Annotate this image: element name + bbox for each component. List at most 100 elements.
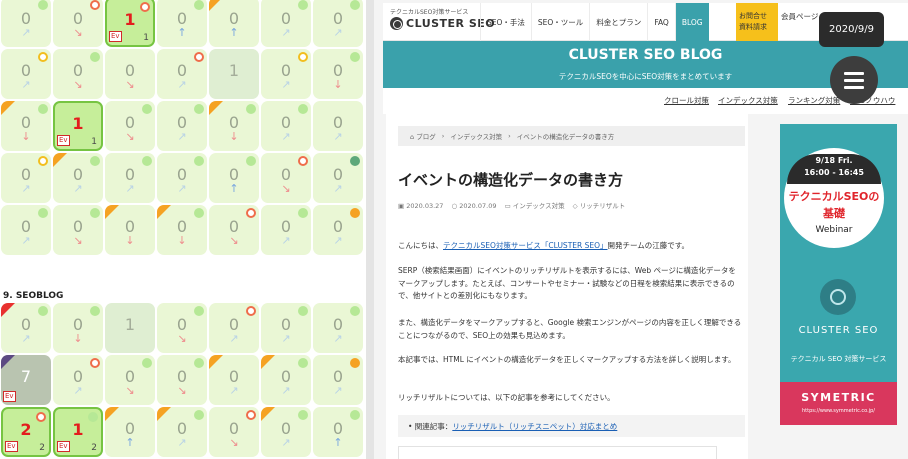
nav-faq[interactable]: FAQ bbox=[647, 3, 675, 41]
heatmap-cell[interactable]: 0 ↗ bbox=[1, 205, 51, 255]
trend-arrow-icon: ↑ bbox=[229, 26, 239, 39]
trend-arrow-icon: ↗ bbox=[21, 332, 31, 345]
hamburger-menu-icon[interactable] bbox=[830, 56, 878, 104]
heatmap-cell[interactable]: 0 ↗ bbox=[313, 153, 363, 203]
heatmap-cell[interactable]: 1 Ev 1 bbox=[105, 0, 155, 47]
heatmap-cell[interactable]: 1 bbox=[105, 303, 155, 353]
heatmap-cell[interactable]: 0 ↓ bbox=[1, 101, 51, 151]
heatmap-cell[interactable]: 0 ↑ bbox=[157, 0, 207, 47]
cell-value: 1 bbox=[124, 315, 136, 334]
article-meta: ▣ 2020.03.27 ○ 2020.07.09 ▭ インデックス対策 ◇ リ… bbox=[398, 200, 631, 210]
heatmap-cell[interactable]: 0 ↗ bbox=[1, 0, 51, 47]
heatmap-cell[interactable]: 0 ↗ bbox=[261, 303, 311, 353]
heatmap-cell[interactable]: 0 ↓ bbox=[157, 205, 207, 255]
category-tag[interactable]: ▭ インデックス対策 bbox=[505, 202, 565, 210]
heatmap-cell[interactable]: 0 ↗ bbox=[313, 101, 363, 151]
heatmap-cell[interactable]: 0 ↗ bbox=[157, 49, 207, 99]
heatmap-cell[interactable]: 0 ↗ bbox=[53, 153, 103, 203]
heatmap-cell[interactable]: 0 ↑ bbox=[105, 407, 155, 457]
webinar-banner[interactable]: 9/18 Fri. 16:00 - 16:45 テクニカルSEOの 基礎 Webin… bbox=[780, 124, 897, 425]
screenshot-root: 0 ↗ 0 ↘ 1 Ev 1 0 ↑ 0 ↑ 0 ↗ 0 ↗ 0 ↗ 0 ↘ 0 ↘ 0 ↗ 1 0 ↗ 0 ↓ 0 ↓ 1 Ev 1 0 ↘ 0 ↗ 0… bbox=[0, 0, 908, 459]
heatmap-cell[interactable]: 0 ↗ bbox=[157, 407, 207, 457]
banner-date: 9/18 Fri. bbox=[815, 156, 853, 165]
heatmap-cell[interactable]: 0 ↘ bbox=[105, 355, 155, 405]
heatmap-cell[interactable]: 0 ↗ bbox=[53, 355, 103, 405]
banner-service: テクニカル SEO 対策サービス bbox=[790, 355, 887, 363]
trend-arrow-icon: ↗ bbox=[281, 384, 291, 397]
heatmap-cell[interactable]: 0 ↗ bbox=[261, 205, 311, 255]
nav-pricing[interactable]: 料金とプラン bbox=[589, 3, 647, 41]
trend-arrow-icon: ↗ bbox=[21, 26, 31, 39]
heatmap-cell[interactable]: 0 ↑ bbox=[209, 0, 259, 47]
heatmap-cell[interactable]: 0 ↗ bbox=[313, 205, 363, 255]
heatmap-cell[interactable]: 0 ↓ bbox=[209, 101, 259, 151]
banner-date-cap: 9/18 Fri. 16:00 - 16:45 bbox=[787, 154, 881, 184]
category-index[interactable]: インデックス対策 bbox=[718, 95, 778, 106]
heatmap-cell[interactable]: 1 bbox=[209, 49, 259, 99]
banner-headline: テクニカルSEOの 基礎 bbox=[788, 190, 880, 220]
trend-arrow-icon: ↘ bbox=[229, 436, 239, 449]
heatmap-cell[interactable]: 0 ↗ bbox=[157, 101, 207, 151]
heatmap-cell[interactable]: 0 ↗ bbox=[209, 355, 259, 405]
event-badge: Ev bbox=[5, 441, 18, 452]
heatmap-cell[interactable]: 1 Ev 1 bbox=[53, 101, 103, 151]
trend-arrow-icon: ↓ bbox=[125, 234, 135, 247]
heatmap-cell[interactable]: 0 ↘ bbox=[209, 205, 259, 255]
heatmap-cell[interactable]: 0 ↗ bbox=[157, 153, 207, 203]
category-ranking[interactable]: ランキング対策 bbox=[788, 95, 840, 106]
event-badge: Ev bbox=[3, 391, 16, 402]
heatmap-cell[interactable]: 0 ↗ bbox=[1, 49, 51, 99]
heatmap-cell[interactable]: 7 Ev bbox=[1, 355, 51, 405]
heatmap-cell[interactable]: 0 ↘ bbox=[105, 49, 155, 99]
heatmap-cell[interactable]: 0 ↗ bbox=[313, 355, 363, 405]
heatmap-cell[interactable]: 0 ↗ bbox=[1, 303, 51, 353]
heatmap-cell[interactable]: 0 ↗ bbox=[261, 0, 311, 47]
trend-arrow-icon: ↗ bbox=[281, 234, 291, 247]
trend-arrow-icon: ↗ bbox=[177, 130, 187, 143]
heatmap-cell[interactable]: 0 ↘ bbox=[53, 49, 103, 99]
heatmap-cell[interactable]: 0 ↗ bbox=[261, 355, 311, 405]
nav-seo-tools[interactable]: SEO・ツール bbox=[530, 3, 589, 41]
date-tooltip: 2020/9/9 bbox=[819, 12, 884, 47]
trend-arrow-icon: ↗ bbox=[333, 130, 343, 143]
heatmap-cell[interactable]: 0 ↓ bbox=[313, 49, 363, 99]
heatmap-cell[interactable]: 1 Ev 2 bbox=[53, 407, 103, 457]
contact-button[interactable]: お問合せ 資料請求 bbox=[736, 3, 778, 41]
heatmap-cell[interactable]: 0 ↘ bbox=[53, 0, 103, 47]
heatmap-cell[interactable]: 0 ↗ bbox=[261, 407, 311, 457]
heatmap-cell[interactable]: 0 ↘ bbox=[105, 101, 155, 151]
heatmap-cell[interactable]: 0 ↘ bbox=[209, 407, 259, 457]
heatmap-cell[interactable]: 0 ↗ bbox=[1, 153, 51, 203]
cell-value: 1 bbox=[72, 420, 84, 439]
heatmap-cell[interactable]: 0 ↘ bbox=[53, 205, 103, 255]
category-crawl[interactable]: クロール対策 bbox=[664, 95, 709, 106]
breadcrumb-category[interactable]: インデックス対策 bbox=[450, 131, 502, 141]
published-date: ▣ 2020.03.27 bbox=[398, 202, 444, 210]
heatmap-cell[interactable]: 0 ↗ bbox=[313, 0, 363, 47]
trend-arrow-icon: ↗ bbox=[281, 332, 291, 345]
nav-seo-method[interactable]: SEO・手法 bbox=[480, 3, 531, 41]
heatmap-cell[interactable]: 0 ↑ bbox=[313, 407, 363, 457]
cluster-seo-logo-icon bbox=[820, 279, 856, 315]
panel-divider bbox=[366, 0, 374, 459]
heatmap-cell[interactable]: 0 ↘ bbox=[157, 355, 207, 405]
trend-arrow-icon: ↗ bbox=[177, 436, 187, 449]
heatmap-cell[interactable]: 0 ↗ bbox=[209, 303, 259, 353]
trend-arrow-icon: ↗ bbox=[229, 384, 239, 397]
heatmap-cell[interactable]: 0 ↗ bbox=[105, 153, 155, 203]
trend-arrow-icon: ↗ bbox=[333, 234, 343, 247]
heatmap-cell[interactable]: 0 ↘ bbox=[261, 153, 311, 203]
heatmap-cell[interactable]: 2 Ev 2 bbox=[1, 407, 51, 457]
heatmap-cell[interactable]: 0 ↓ bbox=[105, 205, 155, 255]
related-article-link[interactable]: リッチリザルト（リッチスニペット）対応まとめ bbox=[452, 421, 617, 432]
heatmap-cell[interactable]: 0 ↗ bbox=[261, 49, 311, 99]
heatmap-cell[interactable]: 0 ↘ bbox=[157, 303, 207, 353]
heatmap-cell[interactable]: 0 ↗ bbox=[261, 101, 311, 151]
heatmap-cell[interactable]: 0 ↑ bbox=[209, 153, 259, 203]
heatmap-cell[interactable]: 0 ↓ bbox=[53, 303, 103, 353]
nav-blog[interactable]: BLOG bbox=[674, 3, 709, 41]
service-link[interactable]: テクニカルSEO対策サービス「CLUSTER SEO」 bbox=[443, 241, 608, 250]
breadcrumb-home[interactable]: ⌂ ブログ bbox=[410, 131, 436, 141]
keyword-tag[interactable]: ◇ リッチリザルト bbox=[573, 202, 626, 210]
heatmap-cell[interactable]: 0 ↗ bbox=[313, 303, 363, 353]
